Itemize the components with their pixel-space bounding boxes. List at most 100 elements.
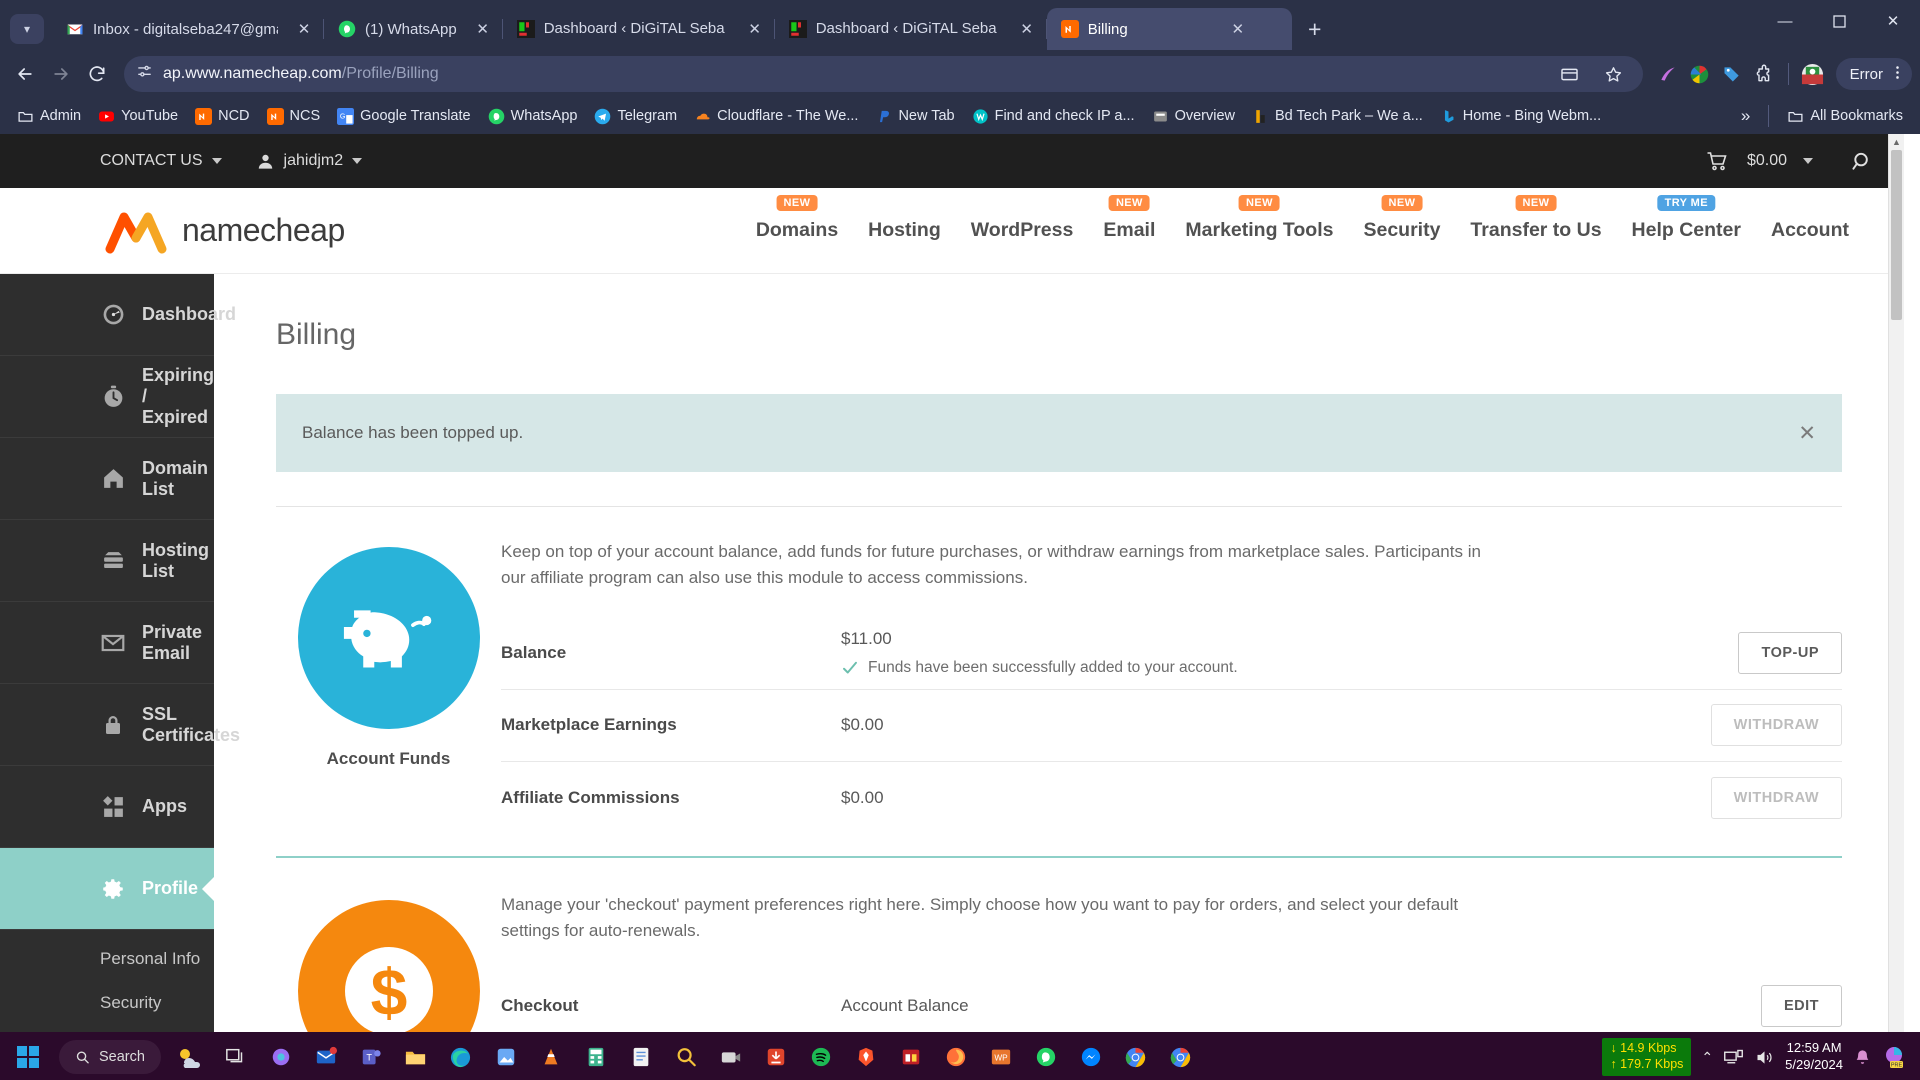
teams-icon[interactable]: T — [350, 1036, 392, 1078]
address-bar[interactable]: ap.www.namecheap.com/Profile/Billing — [124, 56, 1643, 92]
browser-tab[interactable]: Dashboard ‹ DiGiTAL Seba - ডি ✕ — [775, 8, 1046, 50]
payment-methods-icon[interactable] — [1553, 57, 1587, 91]
bookmark-admin[interactable]: Admin — [10, 104, 88, 129]
bookmark-bd-tech-park[interactable]: Bd Tech Park – We a... — [1245, 104, 1430, 129]
tag-extension-icon[interactable] — [1717, 59, 1747, 89]
messenger-icon[interactable] — [1070, 1036, 1112, 1078]
sidebar-item-domain-list[interactable]: Domain List — [0, 438, 214, 520]
edge-icon[interactable] — [440, 1036, 482, 1078]
notepad-icon[interactable] — [620, 1036, 662, 1078]
browser-menu-icon[interactable] — [1889, 64, 1906, 85]
chrome-icon-2[interactable] — [1160, 1036, 1202, 1078]
camera-icon[interactable] — [710, 1036, 752, 1078]
maximize-button[interactable] — [1812, 0, 1866, 42]
sidebar-item-dashboard[interactable]: Dashboard — [0, 274, 236, 356]
grammarly-icon[interactable] — [1653, 59, 1683, 89]
mail-icon[interactable] — [305, 1036, 347, 1078]
bookmark-find-ip[interactable]: Find and check IP a... — [965, 104, 1142, 129]
minimize-button[interactable]: — — [1758, 0, 1812, 42]
new-tab-button[interactable]: + — [1300, 14, 1330, 44]
whatsapp-icon[interactable] — [1025, 1036, 1067, 1078]
chrome-icon[interactable] — [1115, 1036, 1157, 1078]
taskbar-clock[interactable]: 12:59 AM 5/29/2024 — [1785, 1040, 1843, 1074]
scrollbar-thumb[interactable] — [1891, 150, 1902, 320]
site-settings-icon[interactable] — [136, 63, 153, 85]
forward-icon[interactable] — [44, 57, 78, 91]
all-bookmarks-button[interactable]: All Bookmarks — [1780, 104, 1910, 129]
search-everything-icon[interactable] — [665, 1036, 707, 1078]
reload-icon[interactable] — [80, 57, 114, 91]
start-button[interactable] — [6, 1037, 50, 1077]
copilot-pre-icon[interactable]: PRE — [1882, 1045, 1906, 1069]
bookmark-telegram[interactable]: Telegram — [587, 104, 684, 129]
close-icon[interactable]: ✕ — [744, 18, 766, 40]
nav-domains[interactable]: NEW Domains — [741, 195, 853, 242]
spotify-icon[interactable] — [800, 1036, 842, 1078]
search-icon[interactable] — [1851, 150, 1874, 173]
browser-tab[interactable]: Inbox - digitalseba247@gmail.c ✕ — [52, 8, 323, 50]
back-icon[interactable] — [8, 57, 42, 91]
close-window-button[interactable]: ✕ — [1866, 0, 1920, 42]
browser-tab[interactable]: Dashboard ‹ DiGiTAL Seba - ডি ✕ — [503, 8, 774, 50]
bookmark-overview[interactable]: Overview — [1145, 104, 1242, 129]
idm-extension-icon[interactable] — [1685, 59, 1715, 89]
nav-email[interactable]: NEW Email — [1088, 195, 1170, 242]
nav-hosting[interactable]: Hosting — [853, 219, 956, 242]
nav-security[interactable]: NEW Security — [1348, 195, 1455, 242]
bookmarks-overflow-button[interactable]: » — [1734, 102, 1757, 130]
photos-icon[interactable] — [485, 1036, 527, 1078]
vlc-icon[interactable] — [530, 1036, 572, 1078]
close-icon[interactable]: ✕ — [1227, 18, 1249, 40]
scroll-up-arrow[interactable]: ▲ — [1889, 134, 1904, 150]
nav-help-center[interactable]: TRY ME Help Center — [1617, 195, 1756, 242]
weather-widget[interactable] — [170, 1036, 212, 1078]
top-up-button[interactable]: TOP-UP — [1738, 632, 1842, 675]
withdraw-affiliate-button[interactable]: WITHDRAW — [1710, 776, 1842, 819]
browser-tab-active[interactable]: Billing ✕ — [1046, 8, 1292, 50]
volume-icon[interactable] — [1754, 1047, 1775, 1068]
bookmark-bing-webmaster[interactable]: Home - Bing Webm... — [1433, 104, 1608, 129]
close-icon[interactable]: ✕ — [472, 18, 494, 40]
error-status-chip[interactable]: Error — [1835, 58, 1912, 90]
bell-icon[interactable] — [1853, 1048, 1872, 1067]
bookmark-google-translate[interactable]: G Google Translate — [330, 104, 477, 129]
bookmark-ncs[interactable]: NCS — [260, 104, 328, 129]
bookmark-youtube[interactable]: YouTube — [91, 104, 185, 129]
profile-avatar[interactable] — [1798, 59, 1828, 89]
nav-marketing-tools[interactable]: NEW Marketing Tools — [1170, 195, 1348, 242]
sidebar-item-apps[interactable]: Apps — [0, 766, 214, 848]
network-speed-widget[interactable]: ↓ 14.9 Kbps ↑ 179.7 Kbps — [1602, 1038, 1692, 1076]
sidebar-item-ssl-certificates[interactable]: SSL Certificates — [0, 684, 240, 766]
user-menu[interactable]: jahidjm2 — [256, 152, 363, 171]
copilot-icon[interactable] — [260, 1036, 302, 1078]
bookmark-whatsapp[interactable]: WhatsApp — [481, 104, 585, 129]
sidebar-item-private-email[interactable]: Private Email — [0, 602, 214, 684]
filezilla-icon[interactable] — [890, 1036, 932, 1078]
network-icon[interactable] — [1723, 1047, 1744, 1068]
bookmark-cloudflare[interactable]: Cloudflare - The We... — [687, 104, 865, 129]
close-icon[interactable]: ✕ — [1016, 18, 1038, 40]
sidebar-item-expiring-expired[interactable]: Expiring / Expired — [0, 356, 214, 438]
firefox-icon[interactable] — [935, 1036, 977, 1078]
contact-us-menu[interactable]: CONTACT US — [100, 152, 222, 170]
nav-transfer-to-us[interactable]: NEW Transfer to Us — [1455, 195, 1616, 242]
tab-search-button[interactable]: ▾ — [10, 14, 44, 44]
taskbar-search[interactable]: Search — [59, 1040, 161, 1074]
brave-icon[interactable] — [845, 1036, 887, 1078]
calculator-icon[interactable] — [575, 1036, 617, 1078]
page-scrollbar[interactable]: ▲ — [1888, 134, 1904, 1032]
wordpress-icon[interactable]: WP — [980, 1036, 1022, 1078]
file-explorer-icon[interactable] — [395, 1036, 437, 1078]
close-icon[interactable]: ✕ — [1798, 421, 1816, 446]
bookmark-star-icon[interactable] — [1597, 57, 1631, 91]
extensions-puzzle-icon[interactable] — [1749, 59, 1779, 89]
edit-checkout-button[interactable]: EDIT — [1760, 984, 1842, 1027]
namecheap-logo[interactable]: namecheap — [100, 205, 345, 257]
withdraw-marketplace-button[interactable]: WITHDRAW — [1710, 704, 1842, 747]
idm-icon[interactable] — [755, 1036, 797, 1078]
sidebar-item-profile[interactable]: Profile — [0, 848, 214, 930]
cart-icon[interactable] — [1704, 149, 1731, 173]
close-icon[interactable]: ✕ — [293, 18, 315, 40]
nav-account[interactable]: Account — [1756, 219, 1864, 242]
nav-wordpress[interactable]: WordPress — [956, 219, 1089, 242]
